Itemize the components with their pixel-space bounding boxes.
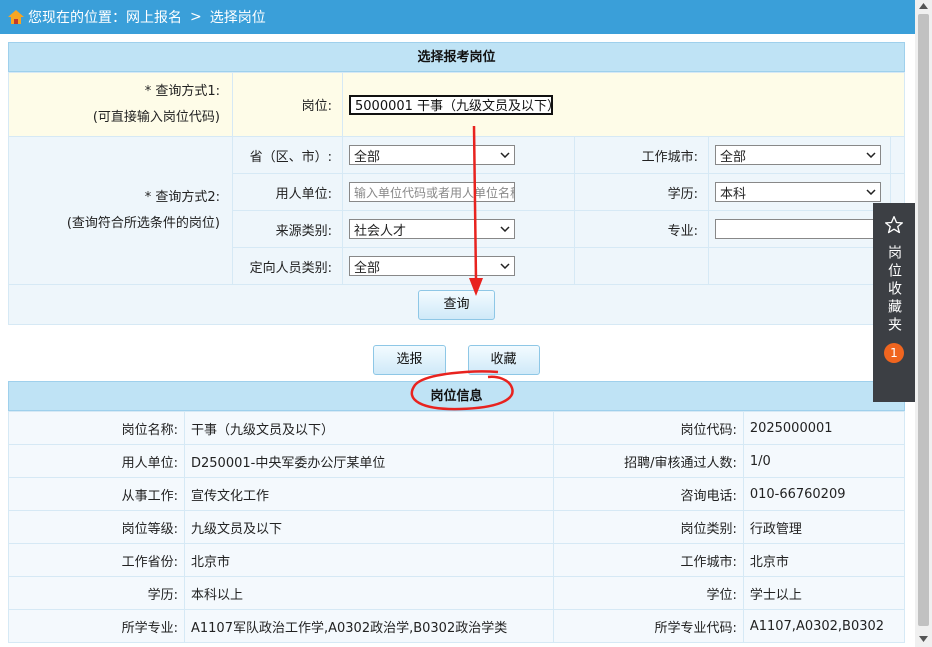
select-apply-button[interactable]: 选报 — [373, 345, 446, 375]
info-value: D250001-中央军委办公厅某单位 — [184, 444, 554, 478]
province-select[interactable]: 全部 — [349, 145, 515, 165]
chevron-down-icon — [500, 226, 510, 232]
scroll-down-icon[interactable] — [919, 636, 928, 642]
main-content: 选择报考岗位 * 查询方式1: (可直接输入岗位代码) 岗位: 5000001 … — [8, 42, 906, 643]
info-label: 工作城市: — [552, 543, 744, 577]
employer-input[interactable]: 输入单位代码或者用人单位名称 — [349, 182, 515, 202]
info-value: 行政管理 — [742, 510, 906, 544]
info-value: 1/0 — [742, 444, 906, 478]
info-value: 010-66760209 — [742, 477, 906, 511]
query-section-title: 选择报考岗位 — [8, 42, 905, 72]
education-label: 学历: — [574, 173, 709, 211]
major-input[interactable] — [715, 219, 875, 239]
info-label: 岗位等级: — [8, 510, 185, 544]
directed-label: 定向人员类别: — [232, 247, 343, 285]
info-section-title: 岗位信息 — [8, 381, 905, 411]
info-value: 学士以上 — [742, 576, 906, 610]
info-label: 岗位类别: — [552, 510, 744, 544]
province-label: 省（区、市）: — [232, 136, 343, 174]
info-label: 招聘/审核通过人数: — [552, 444, 744, 478]
vertical-scrollbar[interactable] — [915, 0, 932, 647]
info-value: 宣传文化工作 — [184, 477, 554, 511]
chevron-down-icon — [500, 263, 510, 269]
breadcrumb-separator: > — [190, 9, 202, 25]
favorite-button[interactable]: 收藏 — [467, 345, 540, 375]
source-label: 来源类别: — [232, 210, 343, 248]
action-bar: 选报 收藏 — [8, 325, 905, 381]
info-value: 北京市 — [742, 543, 906, 577]
method1-label: * 查询方式1: — [144, 83, 220, 99]
scroll-up-icon[interactable] — [919, 3, 928, 9]
info-label: 从事工作: — [8, 477, 185, 511]
method2-hint: (查询符合所选条件的岗位) — [66, 215, 220, 231]
scrollbar-thumb[interactable] — [918, 14, 929, 626]
info-value: A1107,A0302,B0302 — [742, 609, 906, 643]
method1-hint: (可直接输入岗位代码) — [92, 109, 220, 125]
source-select[interactable]: 社会人才 — [349, 219, 515, 239]
info-value: 九级文员及以下 — [184, 510, 554, 544]
post-code-input[interactable]: 5000001 干事（九级文员及以下） — [349, 94, 553, 115]
star-icon — [885, 216, 903, 234]
city-label: 工作城市: — [574, 136, 709, 174]
info-row: 工作省份: 北京市 工作城市: 北京市 — [8, 543, 906, 577]
employer-label: 用人单位: — [232, 173, 343, 211]
education-select[interactable]: 本科 — [715, 182, 881, 202]
info-label: 学历: — [8, 576, 185, 610]
info-row: 从事工作: 宣传文化工作 咨询电话: 010-66760209 — [8, 477, 906, 511]
info-row: 所学专业: A1107军队政治工作学,A0302政治学,B0302政治学类 所学专业… — [8, 609, 906, 643]
info-label: 岗位名称: — [8, 411, 185, 445]
major-label: 专业: — [574, 210, 709, 248]
info-row: 学历: 本科以上 学位: 学士以上 — [8, 576, 906, 610]
info-label: 用人单位: — [8, 444, 185, 478]
method2-label: * 查询方式2: — [144, 189, 220, 205]
directed-select[interactable]: 全部 — [349, 256, 515, 276]
info-label: 所学专业: — [8, 609, 185, 643]
favorites-count-badge: 1 — [884, 343, 904, 363]
info-row: 岗位名称: 干事（九级文员及以下） 岗位代码: 2025000001 — [8, 411, 906, 445]
info-row: 用人单位: D250001-中央军委办公厅某单位 招聘/审核通过人数: 1/0 — [8, 444, 906, 478]
info-label: 咨询电话: — [552, 477, 744, 511]
city-select[interactable]: 全部 — [715, 145, 881, 165]
info-value: 干事（九级文员及以下） — [184, 411, 554, 445]
breadcrumb-item-register[interactable]: 网上报名 — [126, 7, 182, 27]
info-label: 学位: — [552, 576, 744, 610]
chevron-down-icon — [866, 189, 876, 195]
favorites-panel[interactable]: 岗位收藏夹 1 — [873, 203, 915, 402]
breadcrumb-prefix: 您现在的位置： — [28, 10, 126, 26]
info-value: 北京市 — [184, 543, 554, 577]
chevron-down-icon — [500, 152, 510, 158]
query-form: * 查询方式1: (可直接输入岗位代码) 岗位: 5000001 干事（九级文员… — [8, 72, 905, 325]
info-label: 所学专业代码: — [552, 609, 744, 643]
favorites-label: 岗位收藏夹 — [886, 245, 902, 335]
post-info-table: 岗位名称: 干事（九级文员及以下） 岗位代码: 2025000001 用人单位: D250… — [8, 411, 906, 643]
search-button[interactable]: 查询 — [418, 289, 495, 320]
info-row: 岗位等级: 九级文员及以下 岗位类别: 行政管理 — [8, 510, 906, 544]
post-label: 岗位: — [232, 72, 343, 137]
info-label: 岗位代码: — [552, 411, 744, 445]
breadcrumb-item-select-post: 选择岗位 — [209, 10, 266, 26]
info-value: A1107军队政治工作学,A0302政治学,B0302政治学类 — [184, 609, 554, 643]
info-value: 本科以上 — [184, 576, 554, 610]
info-value: 2025000001 — [742, 411, 906, 445]
info-label: 工作省份: — [8, 543, 185, 577]
home-icon — [8, 10, 24, 24]
breadcrumb-bar: 您现在的位置： 网上报名 > 选择岗位 — [0, 0, 915, 34]
chevron-down-icon — [866, 152, 876, 158]
